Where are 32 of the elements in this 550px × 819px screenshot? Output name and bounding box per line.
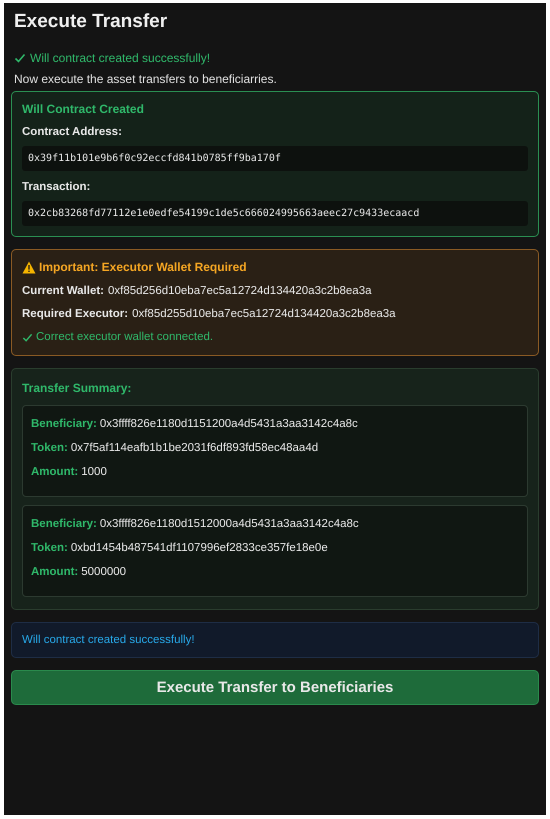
warning-icon (22, 260, 36, 274)
hash-value: 0x2cb83268fd77112e1e0edfe54199c1de5c666024995663aeec27c9433ecaacd (22, 201, 528, 226)
field-label: Transaction: (22, 181, 92, 193)
transfer-label: Amount: (31, 466, 78, 478)
transfer-label: Beneficiary: (31, 418, 97, 430)
transfer-value: 5000000 (81, 566, 126, 578)
transfer-label: Amount: (31, 566, 78, 578)
instruction-text: Now execute the asset transfers to beneficiarries. (14, 72, 278, 86)
check-icon (14, 52, 26, 64)
transfer-value: 0xbd1454b487541df1107996ef2833ce357fe18e0e (70, 542, 328, 554)
status-message: Correct executor wallet connected. (36, 331, 214, 343)
warning-title: Important: Executor Wallet Required (39, 260, 247, 274)
transfer-label: Token: (31, 442, 68, 454)
card-title: Will Contract Created (22, 102, 145, 116)
execute-button[interactable]: Execute Transfer to Beneficiaries (11, 670, 539, 705)
transfer-value: 0x3ffff826e1180d1512000a4d5431a3aa3142c4a8c (100, 518, 359, 530)
transfer-value: 0x3ffff826e1180d1151200a4d5431a3aa3142c4a8c (100, 418, 358, 430)
success-message: Will contract created successfully! (30, 51, 210, 65)
hash-value: 0x39f11b101e9b6f0c92eccfd841b0785ff9ba170f (22, 146, 528, 171)
card-title: Transfer Summary: (22, 381, 132, 395)
transfer-label: Token: (31, 542, 68, 554)
transfer-value: 1000 (81, 466, 107, 478)
page-title: Execute Transfer (14, 11, 168, 33)
field-label: Contract Address: (22, 126, 123, 138)
transfer-label: Beneficiary: (31, 518, 97, 530)
wallet-address: 0xf85d255d10eba7ec5a12724d134420a3c2b8ea3a (132, 308, 396, 320)
wallet-label: Current Wallet: (22, 285, 104, 297)
wallet-address: 0xf85d256d10eba7ec5a12724d134420a3c2b8ea3a (108, 285, 372, 297)
check-icon (22, 332, 33, 342)
info-message: Will contract created successfully! (22, 634, 195, 646)
wallet-label: Required Executor: (22, 308, 128, 320)
transfer-value: 0x7f5af114eafb1b1be2031f6df893fd58ec48aa4d (70, 442, 318, 454)
